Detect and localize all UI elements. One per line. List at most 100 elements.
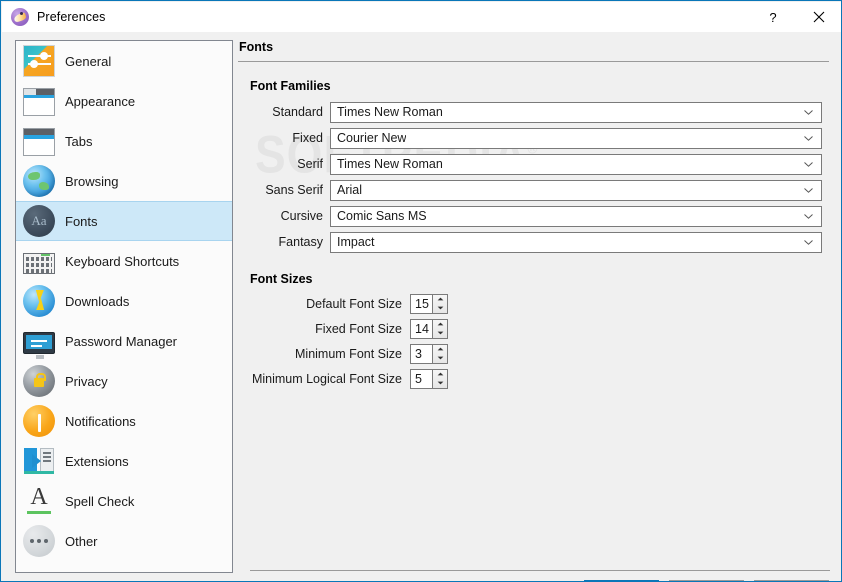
- chevron-down-icon: [804, 136, 813, 141]
- stepper-buttons[interactable]: [432, 293, 448, 314]
- minimum-font-size-value[interactable]: 3: [410, 343, 432, 364]
- form-row-fixed: Fixed Courier New: [238, 125, 830, 151]
- fantasy-label: Fantasy: [278, 235, 323, 249]
- stepper-down-button[interactable]: [433, 304, 447, 313]
- page-title: Fonts: [239, 40, 274, 54]
- fixed-label: Fixed: [292, 131, 323, 145]
- serif-font-select[interactable]: Times New Roman: [330, 153, 822, 175]
- chevron-down-icon: [804, 110, 813, 115]
- minimum-font-size-label: Minimum Font Size: [295, 346, 402, 361]
- sidebar-item-notifications[interactable]: Notifications: [16, 401, 232, 441]
- sidebar-item-appearance[interactable]: Appearance: [16, 81, 232, 121]
- font-families-form: Standard Times New Roman Fixed Courier N…: [238, 99, 830, 255]
- title-bar: Preferences ?: [2, 2, 841, 32]
- sidebar-item-label: Extensions: [65, 453, 129, 469]
- minimum-logical-font-size-label: Minimum Logical Font Size: [251, 371, 402, 386]
- caret-up-icon: [437, 372, 443, 376]
- sidebar-item-other[interactable]: Other: [16, 521, 232, 561]
- sidebar-item-extensions[interactable]: Extensions: [16, 441, 232, 481]
- fantasy-font-value: Impact: [337, 235, 375, 249]
- default-font-size-stepper[interactable]: 15: [410, 293, 448, 314]
- puzzle-plug-icon: [23, 445, 55, 477]
- preferences-sidebar[interactable]: General Appearance Tabs Browsing Aa Font…: [15, 40, 233, 573]
- sidebar-item-tabs[interactable]: Tabs: [16, 121, 232, 161]
- font-aa-icon: Aa: [23, 205, 55, 237]
- fixed-font-size-stepper[interactable]: 14: [410, 318, 448, 339]
- cursive-font-value: Comic Sans MS: [337, 209, 427, 223]
- chevron-down-icon: [804, 240, 813, 245]
- sidebar-item-label: Fonts: [65, 213, 98, 229]
- fixed-font-select[interactable]: Courier New: [330, 127, 822, 149]
- stepper-down-button[interactable]: [433, 354, 447, 363]
- letter-a-underline-icon: A: [23, 485, 55, 517]
- size-row-minimum-logical: Minimum Logical Font Size 5: [238, 366, 830, 391]
- sidebar-item-browsing[interactable]: Browsing: [16, 161, 232, 201]
- sidebar-item-downloads[interactable]: Downloads: [16, 281, 232, 321]
- sans-serif-font-value: Arial: [337, 183, 363, 197]
- sidebar-item-password-manager[interactable]: Password Manager: [16, 321, 232, 361]
- sidebar-item-label: Spell Check: [65, 493, 135, 509]
- sans-serif-label: Sans Serif: [265, 183, 323, 197]
- preferences-window: Preferences ? SOFTPEDIA® General: [0, 0, 842, 582]
- sidebar-item-label: Notifications: [65, 413, 136, 429]
- default-font-size-value[interactable]: 15: [410, 293, 432, 314]
- serif-font-value: Times New Roman: [337, 157, 443, 171]
- sidebar-item-spell-check[interactable]: A Spell Check: [16, 481, 232, 521]
- sidebar-item-label: Browsing: [65, 173, 119, 189]
- fixed-font-size-value[interactable]: 14: [410, 318, 432, 339]
- fantasy-font-select[interactable]: Impact: [330, 231, 822, 253]
- default-font-size-label: Default Font Size: [306, 296, 402, 311]
- caret-up-icon: [437, 297, 443, 301]
- stepper-buttons[interactable]: [432, 318, 448, 339]
- otter-browser-logo-icon: [11, 8, 29, 26]
- sidebar-item-label: Keyboard Shortcuts: [65, 253, 180, 269]
- fonts-settings-panel: Fonts Font Families Standard Times New R…: [238, 40, 830, 573]
- stepper-up-button[interactable]: [433, 345, 447, 354]
- cursive-font-select[interactable]: Comic Sans MS: [330, 205, 822, 227]
- stepper-buttons[interactable]: [432, 368, 448, 389]
- form-row-serif: Serif Times New Roman: [238, 151, 830, 177]
- window-body: SOFTPEDIA® General Appearance Tabs: [2, 32, 841, 581]
- window-icon: [23, 87, 55, 116]
- globe-icon: [23, 165, 55, 197]
- sliders-icon: [23, 45, 55, 77]
- caret-down-icon: [437, 331, 443, 335]
- minimum-logical-font-size-stepper[interactable]: 5: [410, 368, 448, 389]
- sidebar-item-label: General: [65, 53, 112, 69]
- caret-down-icon: [437, 356, 443, 360]
- sidebar-item-label: Privacy: [65, 373, 108, 389]
- minimum-font-size-stepper[interactable]: 3: [410, 343, 448, 364]
- minimum-logical-font-size-value[interactable]: 5: [410, 368, 432, 389]
- form-row-cursive: Cursive Comic Sans MS: [238, 203, 830, 229]
- stepper-buttons[interactable]: [432, 343, 448, 364]
- sans-serif-font-select[interactable]: Arial: [330, 179, 822, 201]
- chevron-down-icon: [804, 188, 813, 193]
- stepper-up-button[interactable]: [433, 295, 447, 304]
- size-row-minimum: Minimum Font Size 3: [238, 341, 830, 366]
- size-row-fixed: Fixed Font Size 14: [238, 316, 830, 341]
- form-row-sans-serif: Sans Serif Arial: [238, 177, 830, 203]
- font-families-group-title: Font Families: [250, 79, 331, 93]
- chevron-down-icon: [804, 214, 813, 219]
- stepper-down-button[interactable]: [433, 329, 447, 338]
- caret-up-icon: [437, 347, 443, 351]
- sidebar-item-label: Other: [65, 533, 98, 549]
- sidebar-item-general[interactable]: General: [16, 41, 232, 81]
- stepper-up-button[interactable]: [433, 370, 447, 379]
- globe-lock-icon: [23, 365, 55, 397]
- stepper-up-button[interactable]: [433, 320, 447, 329]
- caret-up-icon: [437, 322, 443, 326]
- standard-font-value: Times New Roman: [337, 105, 443, 119]
- question-mark-icon: ?: [769, 9, 777, 25]
- close-button[interactable]: [796, 2, 841, 32]
- globe-download-icon: [23, 285, 55, 317]
- sidebar-item-privacy[interactable]: Privacy: [16, 361, 232, 401]
- help-button[interactable]: ?: [750, 2, 796, 32]
- standard-font-select[interactable]: Times New Roman: [330, 101, 822, 123]
- sidebar-item-keyboard-shortcuts[interactable]: Keyboard Shortcuts: [16, 241, 232, 281]
- title-divider: [238, 61, 829, 62]
- stepper-down-button[interactable]: [433, 379, 447, 388]
- form-row-standard: Standard Times New Roman: [238, 99, 830, 125]
- sidebar-item-label: Appearance: [65, 93, 136, 109]
- sidebar-item-fonts[interactable]: Aa Fonts: [16, 201, 232, 241]
